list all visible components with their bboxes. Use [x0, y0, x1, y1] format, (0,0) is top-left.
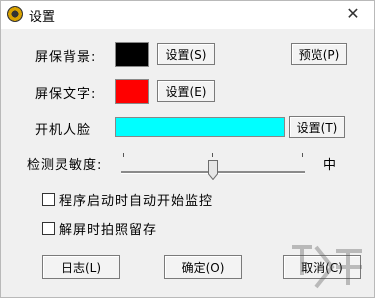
- set-text-button[interactable]: 设置(E): [157, 80, 215, 102]
- sensitivity-value: 中: [323, 158, 338, 173]
- background-label: 屏保背景:: [35, 50, 97, 65]
- capture-unlock-checkbox[interactable]: [42, 222, 55, 235]
- face-label: 开机人脸: [35, 123, 92, 138]
- download-watermark-logo: [292, 245, 362, 289]
- text-color-swatch[interactable]: [115, 79, 149, 104]
- close-icon[interactable]: ✕: [342, 3, 364, 25]
- log-button[interactable]: 日志(L): [42, 255, 120, 279]
- auto-monitor-label: 程序启动时自动开始监控: [59, 194, 214, 209]
- sensitivity-slider-thumb[interactable]: [208, 160, 218, 180]
- set-face-button[interactable]: 设置(T): [289, 116, 345, 138]
- ok-button[interactable]: 确定(O): [164, 255, 242, 279]
- sensitivity-label: 检测灵敏度:: [27, 158, 103, 173]
- capture-unlock-label: 解屏时拍照留存: [59, 223, 158, 238]
- title-bar: 设置 ✕: [1, 1, 374, 29]
- slider-tick: [302, 153, 303, 157]
- settings-dialog: 设置 ✕ 屏保背景: 设置(S) 预览(P) 屏保文字: 设置(E) 开机人脸 …: [0, 0, 375, 298]
- background-color-swatch[interactable]: [115, 42, 149, 67]
- preview-button[interactable]: 预览(P): [291, 43, 347, 65]
- auto-monitor-checkbox[interactable]: [42, 193, 55, 206]
- slider-tick: [212, 153, 213, 157]
- text-label: 屏保文字:: [35, 87, 97, 102]
- set-background-button[interactable]: 设置(S): [157, 43, 215, 65]
- window-title: 设置: [29, 10, 56, 25]
- slider-tick: [123, 153, 124, 157]
- app-icon: [7, 6, 23, 22]
- face-color-swatch[interactable]: [115, 117, 285, 137]
